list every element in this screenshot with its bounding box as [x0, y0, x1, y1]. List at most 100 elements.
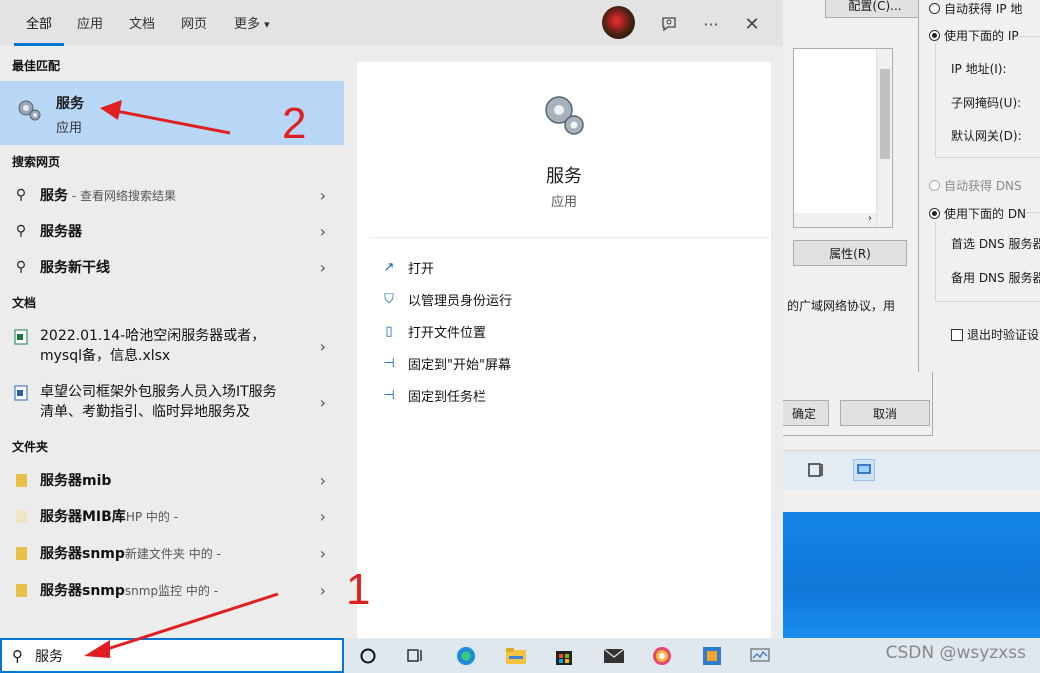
action-run-as-admin[interactable]: ⛉ 以管理员身份运行: [379, 290, 512, 309]
gear-icon: [541, 92, 587, 142]
adapter-properties-window: 配置(C)... › 属性(R) 的广域网络协议，用 确定 取消: [779, 0, 933, 436]
component-list[interactable]: ›: [793, 48, 893, 228]
folder-name: 服务器MIB库: [40, 509, 126, 525]
search-icon: ⚲: [15, 223, 27, 239]
dns-auto-label: 自动获得 DNS: [944, 179, 1022, 193]
chevron-right-icon[interactable]: ›: [320, 222, 326, 241]
folder-label: 服务器snmp新建文件夹 中的 -: [40, 543, 221, 563]
checkbox-icon: [951, 328, 963, 341]
tab-more-label: 更多: [234, 17, 261, 32]
edge-icon[interactable]: [454, 644, 478, 668]
tab-apps[interactable]: 应用: [77, 13, 103, 46]
dns-alternate-label: 备用 DNS 服务器: [951, 271, 1040, 285]
desktop-wallpaper: [783, 512, 1040, 638]
web-result-item[interactable]: ⚲ 服务 - 查看网络搜索结果 ›: [0, 177, 344, 213]
mail-icon[interactable]: [602, 644, 626, 668]
chevron-right-icon[interactable]: ›: [320, 544, 326, 563]
action-run-as-admin-label: 以管理员身份运行: [408, 294, 513, 309]
action-open-label: 打开: [408, 262, 435, 277]
tab-web[interactable]: 网页: [181, 13, 207, 46]
background-toolbar: [783, 450, 1040, 490]
chevron-right-icon[interactable]: ›: [320, 393, 326, 412]
folder-item[interactable]: 服务器snmp新建文件夹 中的 - ›: [0, 535, 344, 571]
validate-option[interactable]: 退出时验证设: [951, 326, 1039, 343]
folder-item[interactable]: 服务器MIB库HP 中的 - ›: [0, 498, 344, 534]
shield-icon: ⛉: [384, 292, 394, 307]
folder-label: 服务器snmpsnmp监控 中的 -: [40, 580, 218, 600]
action-open-file-location[interactable]: ▯ 打开文件位置: [379, 322, 486, 341]
task-view-icon[interactable]: [805, 459, 827, 481]
file-location-icon: ▯: [385, 324, 393, 339]
web-result-bold: 服务: [40, 260, 68, 276]
dns-manual-label: 使用下面的 DN: [944, 207, 1027, 221]
dns-manual-option[interactable]: 使用下面的 DN: [929, 205, 1027, 222]
best-match-title: 服务: [56, 96, 84, 112]
action-open-file-location-label: 打开文件位置: [408, 326, 487, 341]
action-open[interactable]: ↗ 打开: [379, 258, 434, 277]
ip-auto-option[interactable]: 自动获得 IP 地: [929, 0, 1022, 17]
app-icon[interactable]: [700, 644, 724, 668]
folder-label: 服务器MIB库HP 中的 -: [40, 506, 178, 526]
web-result-item[interactable]: ⚲ 服务新干线 ›: [0, 249, 344, 285]
chevron-right-icon[interactable]: ›: [320, 258, 326, 277]
remote-desktop-icon[interactable]: [748, 644, 772, 668]
detail-title: 服务: [546, 166, 582, 187]
folder-item[interactable]: 服务器mib ›: [0, 462, 344, 498]
ip-manual-option[interactable]: 使用下面的 IP: [929, 27, 1019, 44]
close-icon[interactable]: ✕: [738, 10, 766, 38]
tab-more[interactable]: 更多 ▾: [234, 13, 270, 46]
annotation-step-one: 1: [346, 565, 371, 614]
gear-icon: [16, 97, 42, 127]
chevron-right-icon[interactable]: ›: [320, 186, 326, 205]
chevron-right-icon[interactable]: ›: [320, 581, 326, 600]
annotation-step-two: 2: [282, 99, 307, 148]
search-icon: ⚲: [15, 187, 27, 203]
web-result-item[interactable]: ⚲ 服务器 ›: [0, 213, 344, 249]
document-item[interactable]: 卓望公司框架外包服务人员入场IT服务清单、考勤指引、临时异地服务及 ›: [0, 376, 344, 428]
dns-auto-option[interactable]: 自动获得 DNS: [929, 177, 1022, 194]
search-icon: ⚲: [12, 646, 23, 665]
action-pin-to-start[interactable]: ⊣ 固定到"开始"屏幕: [379, 354, 511, 373]
ip-auto-label: 自动获得 IP 地: [944, 2, 1023, 16]
chevron-right-icon[interactable]: ›: [320, 471, 326, 490]
web-result-text: 服务 - 查看网络搜索结果: [40, 185, 176, 205]
action-pin-to-taskbar-label: 固定到任务栏: [408, 390, 487, 405]
web-result-text: 服务新干线: [40, 257, 110, 277]
detail-pane: 服务 应用 ↗ 打开 ⛉ 以管理员身份运行 ▯ 打开文件位置 ⊣ 固定到"开始"屏幕 ⊣…: [357, 62, 771, 638]
validate-label: 退出时验证设: [967, 328, 1040, 342]
document-item[interactable]: 2022.01.14-哈池空闲服务器或者，mysql备，信息.xlsx ›: [0, 320, 344, 372]
search-box[interactable]: ⚲ 服务: [0, 638, 344, 673]
configure-button[interactable]: 配置(C)...: [825, 0, 925, 18]
more-icon[interactable]: ···: [697, 10, 725, 38]
word-file-icon: [12, 384, 30, 402]
photos-icon[interactable]: [650, 644, 674, 668]
ok-button[interactable]: 确定: [779, 400, 829, 426]
chevron-right-icon[interactable]: ›: [320, 337, 326, 356]
file-explorer-icon[interactable]: [504, 644, 528, 668]
folder-icon: [12, 507, 30, 525]
folder-name: 服务器mib: [40, 473, 112, 489]
task-view-icon[interactable]: [404, 644, 428, 668]
folder-item[interactable]: 服务器snmpsnmp监控 中的 - ›: [0, 572, 344, 608]
folder-label: 服务器mib: [40, 470, 111, 490]
tab-documents[interactable]: 文档: [129, 13, 155, 46]
web-result-bold: 服务: [40, 188, 68, 204]
account-avatar[interactable]: [602, 6, 635, 39]
chevron-down-icon: ▾: [264, 18, 270, 31]
network-adapter-icon[interactable]: [853, 459, 875, 481]
vertical-scrollbar[interactable]: [876, 49, 892, 227]
cancel-button[interactable]: 取消: [840, 400, 930, 426]
radio-selected-icon: [929, 208, 940, 219]
store-icon[interactable]: [552, 644, 576, 668]
folder-name: 服务器snmp: [40, 583, 125, 599]
tab-all[interactable]: 全部: [14, 13, 65, 46]
feedback-icon[interactable]: [655, 10, 683, 38]
horizontal-scrollbar[interactable]: ›: [794, 213, 876, 227]
search-input[interactable]: 服务: [35, 646, 63, 666]
open-icon: ↗: [383, 260, 395, 275]
cortana-icon[interactable]: [356, 644, 380, 668]
action-pin-to-taskbar[interactable]: ⊣ 固定到任务栏: [379, 386, 486, 405]
properties-button[interactable]: 属性(R): [793, 240, 907, 266]
chevron-right-icon[interactable]: ›: [320, 507, 326, 526]
folder-name: 服务器snmp: [40, 546, 125, 562]
